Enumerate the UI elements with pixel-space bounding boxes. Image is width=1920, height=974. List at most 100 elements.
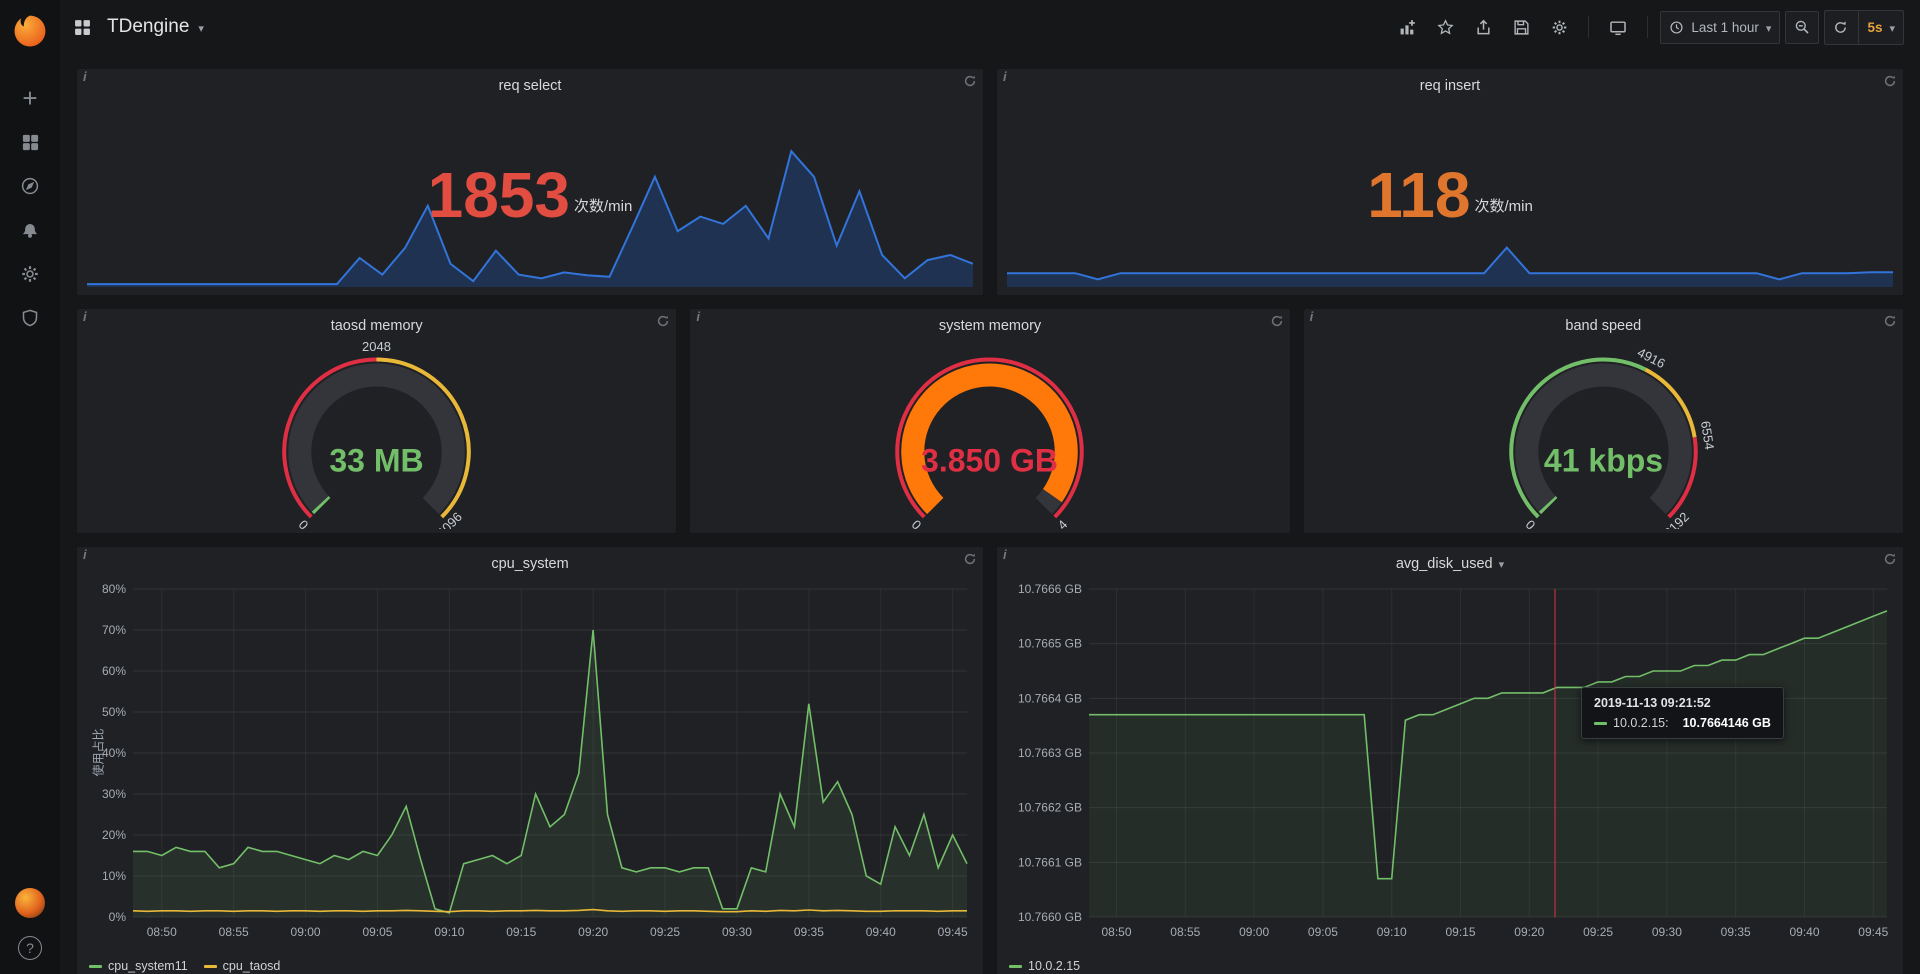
info-icon[interactable]	[1003, 69, 1007, 84]
dashboard: req select 1853 次数/min req insert	[60, 54, 1920, 974]
svg-text:4: 4	[1055, 517, 1071, 529]
svg-text:10.7662 GB: 10.7662 GB	[1018, 801, 1082, 815]
svg-text:09:15: 09:15	[1445, 925, 1475, 939]
spinner-icon[interactable]	[964, 75, 976, 90]
navbar: TDengine	[60, 0, 1920, 54]
disk-legend: 10.0.2.15	[1009, 959, 1096, 973]
req-insert-stat-value: 118	[1367, 167, 1470, 225]
svg-text:09:30: 09:30	[1652, 925, 1682, 939]
refresh-interval-dropdown[interactable]: 5s	[1858, 11, 1903, 44]
info-icon[interactable]	[83, 69, 87, 84]
panel-avg-disk-used: avg_disk_used 2019-11-13 09:21:52 10.0.2…	[996, 546, 1904, 974]
refresh-interval-label: 5s	[1867, 20, 1882, 35]
svg-text:3.850 GB: 3.850 GB	[921, 443, 1058, 479]
panel-title[interactable]: band speed	[1304, 309, 1903, 334]
caret-down-icon	[1889, 20, 1895, 35]
gear-icon	[20, 264, 40, 284]
spinner-icon[interactable]	[964, 553, 976, 568]
svg-text:08:50: 08:50	[147, 925, 177, 939]
info-icon[interactable]	[1003, 547, 1007, 562]
navbar-divider	[1647, 16, 1648, 38]
panel-title[interactable]: req insert	[997, 69, 1903, 94]
panel-cpu-system: cpu_system 使用占比 08:5008:5509:0009:0509:1…	[76, 546, 984, 974]
svg-text:30%: 30%	[102, 787, 126, 801]
svg-text:2048: 2048	[362, 339, 391, 354]
save-icon	[1513, 19, 1530, 36]
svg-text:80%: 80%	[102, 582, 126, 596]
dashboard-settings-button[interactable]	[1543, 11, 1576, 44]
info-icon[interactable]	[1310, 309, 1314, 324]
grafana-app: TDengine	[0, 0, 1920, 974]
sidebar-item-alerting[interactable]	[7, 208, 53, 252]
panel-title[interactable]: taosd memory	[77, 309, 676, 334]
panel-title-text: avg_disk_used	[1396, 556, 1493, 572]
user-avatar[interactable]	[15, 888, 45, 918]
info-icon[interactable]	[83, 547, 87, 562]
magnifier-icon	[1794, 19, 1810, 35]
star-button[interactable]	[1429, 11, 1462, 44]
svg-text:20%: 20%	[102, 828, 126, 842]
svg-text:10.7664 GB: 10.7664 GB	[1018, 691, 1082, 705]
svg-text:10.7661 GB: 10.7661 GB	[1018, 855, 1082, 869]
refresh-button[interactable]	[1825, 11, 1858, 44]
svg-text:09:40: 09:40	[866, 925, 896, 939]
svg-text:09:10: 09:10	[434, 925, 464, 939]
system-memory-gauge: 043.850 GB	[698, 339, 1281, 529]
svg-text:09:20: 09:20	[1514, 925, 1544, 939]
save-button[interactable]	[1505, 11, 1538, 44]
sidebar-item-create[interactable]	[7, 76, 53, 120]
spinner-icon[interactable]	[1884, 315, 1896, 330]
time-range-label: Last 1 hour	[1691, 20, 1759, 35]
dashboard-grid-icon[interactable]	[74, 19, 91, 36]
svg-text:08:55: 08:55	[219, 925, 249, 939]
add-panel-button[interactable]	[1391, 11, 1424, 44]
svg-text:08:50: 08:50	[1102, 925, 1132, 939]
svg-text:09:20: 09:20	[578, 925, 608, 939]
sidebar-item-dashboards[interactable]	[7, 120, 53, 164]
svg-text:10.7660 GB: 10.7660 GB	[1018, 910, 1082, 924]
sidebar-item-configuration[interactable]	[7, 252, 53, 296]
spinner-icon[interactable]	[657, 315, 669, 330]
stat: 1853 次数/min	[85, 167, 975, 225]
svg-text:0: 0	[296, 517, 312, 529]
sidebar-item-help[interactable]	[18, 936, 42, 960]
zoom-out-button[interactable]	[1785, 11, 1819, 44]
req-select-stat-suffix: 次数/min	[574, 195, 632, 216]
info-icon[interactable]	[696, 309, 700, 324]
grafana-logo[interactable]	[11, 12, 49, 50]
spinner-icon[interactable]	[1271, 315, 1283, 330]
monitor-icon	[1609, 19, 1627, 36]
dashboard-title-dropdown[interactable]: TDengine	[107, 16, 204, 38]
cycle-view-button[interactable]	[1601, 11, 1635, 44]
legend-series-swatch	[1009, 965, 1022, 968]
svg-text:09:35: 09:35	[794, 925, 824, 939]
gear-icon	[1551, 19, 1568, 36]
share-button[interactable]	[1467, 11, 1500, 44]
svg-text:09:05: 09:05	[1308, 925, 1338, 939]
panel-title[interactable]: system memory	[690, 309, 1289, 334]
spinner-icon[interactable]	[1884, 553, 1896, 568]
legend-item[interactable]: cpu_system11	[89, 959, 188, 973]
spinner-icon[interactable]	[1884, 75, 1896, 90]
sidebar-item-explore[interactable]	[7, 164, 53, 208]
panel-title[interactable]: cpu_system	[77, 547, 983, 572]
legend-item[interactable]: 10.0.2.15	[1009, 959, 1080, 973]
svg-text:09:25: 09:25	[650, 925, 680, 939]
info-icon[interactable]	[83, 309, 87, 324]
svg-text:09:45: 09:45	[938, 925, 968, 939]
share-icon	[1475, 19, 1492, 36]
tooltip-series-value: 10.7664146 GB	[1683, 716, 1771, 730]
navbar-divider	[1588, 16, 1589, 38]
svg-text:08:55: 08:55	[1170, 925, 1200, 939]
svg-text:33 MB: 33 MB	[329, 443, 423, 479]
legend-item[interactable]: cpu_taosd	[204, 959, 281, 973]
sidebar-item-server-admin[interactable]	[7, 296, 53, 340]
panel-title[interactable]: avg_disk_used	[997, 547, 1903, 572]
taosd-memory-gauge: 02048409633 MB	[85, 339, 668, 529]
panel-title[interactable]: req select	[77, 69, 983, 94]
panel-menu-caret-icon[interactable]	[1499, 556, 1505, 572]
svg-text:10.7663 GB: 10.7663 GB	[1018, 746, 1082, 760]
time-range-picker[interactable]: Last 1 hour	[1660, 11, 1780, 44]
svg-text:09:15: 09:15	[506, 925, 536, 939]
svg-text:70%: 70%	[102, 623, 126, 637]
